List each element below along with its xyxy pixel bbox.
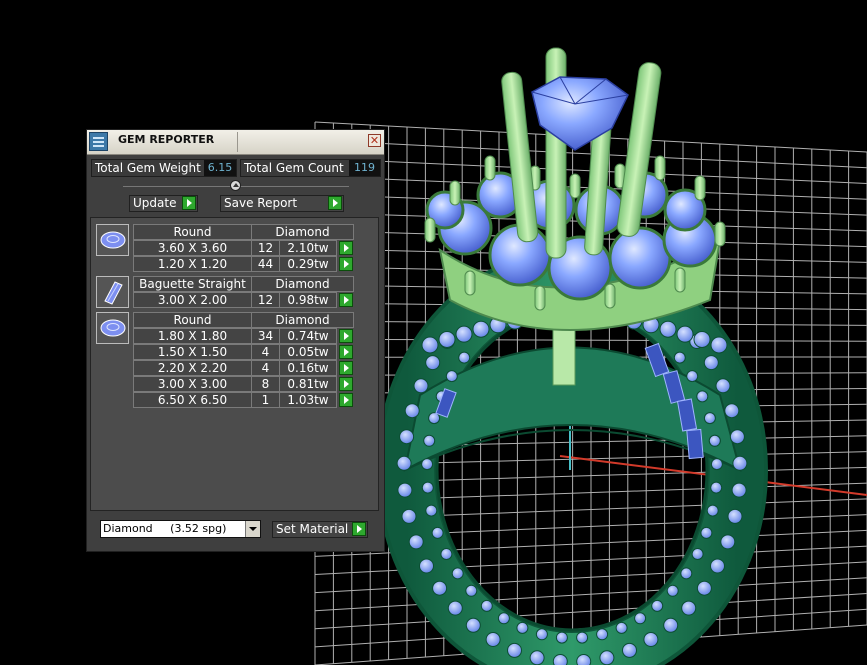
gem-count-cell: 34 [251,328,280,344]
report-icon [89,132,108,151]
gem-size-cell: 3.60 X 3.60 [133,240,252,256]
gem-count-cell: 4 [251,360,280,376]
window-title: GEM REPORTER [118,133,215,146]
gem-material-header: Diamond [251,224,354,240]
row-select-arrow-icon[interactable] [339,393,353,407]
gem-weight-cell: 0.81tw [279,376,337,392]
gem-size-cell: 2.20 X 2.20 [133,360,252,376]
ring-model[interactable] [376,47,768,665]
gem-report-list[interactable]: Round Diamond 3.60 X 3.60 12 2.10tw 1.20 X 1.… [90,217,379,511]
set-material-arrow-icon[interactable] [352,522,366,536]
total-gem-weight-value: 6.15 [204,160,236,176]
total-gem-count-value: 119 [349,160,380,176]
update-button-label: Update [133,196,177,210]
gem-count-cell: 12 [251,292,280,308]
gem-material-header: Diamond [251,276,354,292]
gem-weight-cell: 0.05tw [279,344,337,360]
title-bar[interactable]: GEM REPORTER ✕ [87,130,384,155]
row-select-arrow-icon[interactable] [339,345,353,359]
gem-weight-cell: 0.29tw [279,256,337,272]
gem-size-cell: 3.00 X 3.00 [133,376,252,392]
gem-size-cell: 1.20 X 1.20 [133,256,252,272]
gem-count-cell: 44 [251,256,280,272]
total-gem-weight-label: Total Gem Weight [95,161,201,175]
gem-material-header: Diamond [251,312,354,328]
total-gem-count-field: Total Gem Count 119 [240,159,381,177]
material-select[interactable]: Diamond (3.52 spg) [100,520,261,538]
gem-size-cell: 3.00 X 2.00 [133,292,252,308]
set-material-button-label: Set Material [276,522,349,536]
round-gem-icon [96,312,129,344]
collapse-toggle-icon[interactable] [230,180,241,191]
total-gem-weight-field: Total Gem Weight 6.15 [91,159,237,177]
material-select-value: Diamond (3.52 spg) [103,522,227,535]
row-select-arrow-icon[interactable] [339,241,353,255]
title-divider [237,132,238,152]
gem-count-cell: 8 [251,376,280,392]
gem-shape-header: Baguette Straight [133,276,252,292]
close-icon[interactable]: ✕ [368,134,381,147]
row-select-arrow-icon[interactable] [339,293,353,307]
gem-weight-cell: 0.74tw [279,328,337,344]
save-report-button[interactable]: Save Report [220,195,344,212]
save-report-button-label: Save Report [224,196,298,210]
gem-size-cell: 6.50 X 6.50 [133,392,252,408]
round-gem-icon [96,224,129,256]
gem-weight-cell: 1.03tw [279,392,337,408]
chevron-down-icon[interactable] [245,521,260,537]
gem-count-cell: 4 [251,344,280,360]
total-gem-count-label: Total Gem Count [244,161,344,175]
row-select-arrow-icon[interactable] [339,361,353,375]
row-select-arrow-icon[interactable] [339,329,353,343]
gem-shape-header: Round [133,224,252,240]
gem-size-cell: 1.80 X 1.80 [133,328,252,344]
gem-reporter-panel: GEM REPORTER ✕ Total Gem Weight 6.15 Tot… [86,129,385,552]
gem-size-cell: 1.50 X 1.50 [133,344,252,360]
update-button[interactable]: Update [129,195,198,212]
save-report-arrow-icon[interactable] [328,196,342,210]
gem-weight-cell: 0.98tw [279,292,337,308]
set-material-button[interactable]: Set Material [272,521,368,538]
gem-shape-header: Round [133,312,252,328]
gem-count-cell: 1 [251,392,280,408]
gem-weight-cell: 2.10tw [279,240,337,256]
baguette-gem-icon [96,276,129,308]
row-select-arrow-icon[interactable] [339,377,353,391]
gem-weight-cell: 0.16tw [279,360,337,376]
gem-count-cell: 12 [251,240,280,256]
update-arrow-icon[interactable] [182,196,196,210]
row-select-arrow-icon[interactable] [339,257,353,271]
